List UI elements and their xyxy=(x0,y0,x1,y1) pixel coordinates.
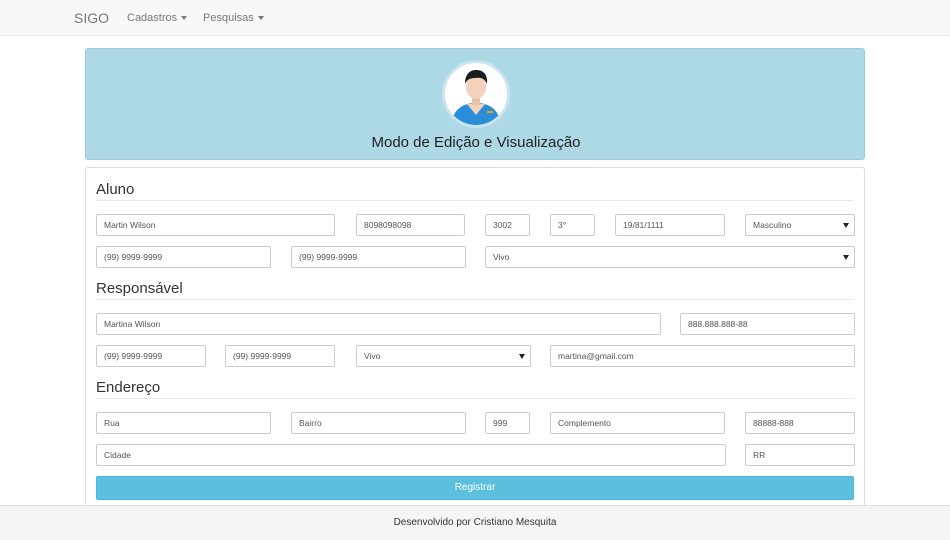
student-status-select[interactable]: Vivo xyxy=(485,246,855,268)
section-title-responsavel: Responsável xyxy=(96,280,183,297)
footer: Desenvolvido por Cristiano Mesquita xyxy=(0,505,950,540)
student-phone1-input[interactable]: (99) 9999-9999 xyxy=(96,246,271,268)
district-input[interactable]: Bairro xyxy=(291,412,466,434)
guardian-status-select[interactable]: Vivo xyxy=(356,345,531,367)
student-name-input[interactable]: Martin Wilson xyxy=(96,214,335,236)
register-button[interactable]: Registrar xyxy=(96,476,854,500)
divider xyxy=(96,299,854,300)
student-registration-input[interactable]: 8098098098 xyxy=(356,214,465,236)
form-panel: Aluno Martin Wilson 8098098098 3002 3° 1… xyxy=(85,167,865,512)
state-input[interactable]: RR xyxy=(745,444,855,466)
menu-pesquisas[interactable]: Pesquisas xyxy=(203,12,264,24)
menu-pesquisas-label: Pesquisas xyxy=(203,12,254,24)
page-title: Modo de Edição e Visualização xyxy=(371,134,581,151)
city-input[interactable]: Cidade xyxy=(96,444,726,466)
divider xyxy=(96,398,854,399)
header-banner: Modo de Edição e Visualização xyxy=(85,48,865,160)
student-number-input[interactable]: 3002 xyxy=(485,214,530,236)
caret-down-icon xyxy=(257,16,264,21)
guardian-phone2-input[interactable]: (99) 9999-9999 xyxy=(225,345,335,367)
brand-link[interactable]: SIGO xyxy=(74,10,109,26)
street-input[interactable]: Rua xyxy=(96,412,271,434)
guardian-name-input[interactable]: Martina Wilson xyxy=(96,313,661,335)
user-avatar-icon xyxy=(442,60,510,128)
student-birthdate-input[interactable]: 19/81/1111 xyxy=(615,214,725,236)
guardian-cpf-input[interactable]: 888.888.888-88 xyxy=(680,313,855,335)
menu-cadastros[interactable]: Cadastros xyxy=(127,12,188,24)
guardian-phone1-input[interactable]: (99) 9999-9999 xyxy=(96,345,206,367)
caret-down-icon xyxy=(181,16,188,21)
menu-cadastros-label: Cadastros xyxy=(127,12,178,24)
navbar: SIGO Cadastros Pesquisas xyxy=(0,0,950,36)
footer-credit: Desenvolvido por Cristiano Mesquita xyxy=(393,517,557,528)
section-title-aluno: Aluno xyxy=(96,181,135,198)
guardian-email-input[interactable]: martina@gmail.com xyxy=(550,345,855,367)
divider xyxy=(96,200,854,201)
student-gender-select[interactable]: Masculino xyxy=(745,214,855,236)
student-grade-input[interactable]: 3° xyxy=(550,214,595,236)
zip-input[interactable]: 88888-888 xyxy=(745,412,855,434)
complement-input[interactable]: Complemento xyxy=(550,412,725,434)
section-title-endereco: Endereço xyxy=(96,379,161,396)
address-number-input[interactable]: 999 xyxy=(485,412,530,434)
student-phone2-input[interactable]: (99) 9999-9999 xyxy=(291,246,466,268)
